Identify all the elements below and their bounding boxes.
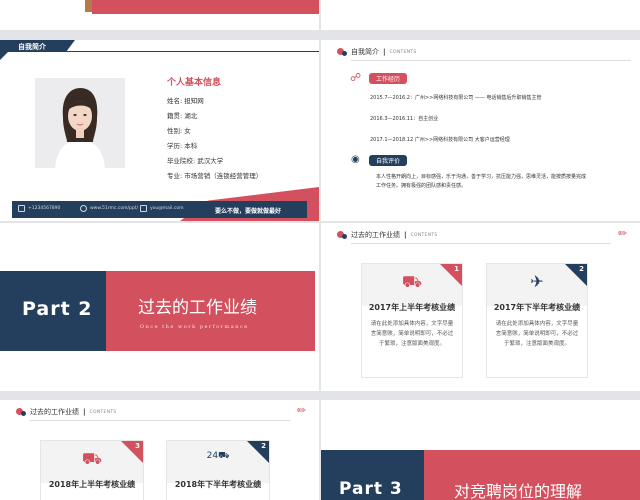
part-number: Part 3 — [339, 479, 403, 499]
phone-text: +1234567890 — [28, 206, 61, 211]
slide-grid: 自我简介 个人基本信息 姓名: 担知网 籍贯: 湖北 性别: 女 学历: 本科 … — [0, 0, 640, 500]
part-title: 对竞聘岗位的理解 — [454, 482, 583, 500]
slide-thumbnail-2[interactable] — [321, 0, 640, 30]
footer-website: www.51rmc.com/ppt/ — [80, 205, 138, 212]
tag-fold — [0, 52, 8, 60]
card-title: 2018年上半年考核业绩 — [48, 480, 136, 489]
experience-label: 工作经历 — [369, 73, 408, 84]
part-subtitle: Once the work performance — [140, 324, 249, 330]
24h-delivery-icon: 24⛟ — [206, 451, 230, 461]
experience-item: 2016.3—2016.11：自主创业 — [370, 116, 439, 122]
info-label: 专业: — [167, 172, 183, 180]
website-text: www.51rmc.com/ppt/ — [90, 206, 138, 211]
email-text: you@mail.com — [150, 206, 184, 211]
info-label: 学历: — [167, 142, 183, 150]
header-dot-navy — [342, 234, 347, 239]
slide-thumbnail-resume[interactable]: 自我简介 | CONTENTS ☍ 工作经历 2015.7—2016.2：广州>… — [321, 40, 640, 221]
tag-underline — [0, 51, 319, 52]
link-icon: ☍ — [350, 71, 362, 84]
info-value: 本科 — [184, 142, 198, 150]
slogan: 要么不做，要做就做最好 — [215, 208, 282, 215]
info-label: 性别: — [167, 127, 183, 135]
slide-thumbnail-part3[interactable]: Part 3 对竞聘岗位的理解 — [321, 400, 640, 500]
info-row-origin: 籍贯: 湖北 — [167, 110, 197, 120]
card-body: 请在此处添加具体内容，文字尽量言简意赅，简单说明即可，不必过于繁琐，注意版面美观… — [495, 321, 579, 347]
experience-item: 2015.7—2016.2：广州>>网络科技有限公司 —— 电话销售后升职销售主… — [370, 95, 542, 101]
info-row-school: 毕业院校: 武汉大学 — [167, 155, 223, 165]
profile-photo — [35, 78, 125, 168]
info-value: 市场营销（连锁经营管理） — [184, 172, 263, 180]
info-row-name: 姓名: 担知网 — [167, 95, 204, 105]
card-body: 请在此处添加具体内容，文字尽量言简意赅，简单说明即可，不必过于繁琐，注意版面美观… — [370, 321, 454, 347]
header-title: 自我简介 — [351, 48, 379, 56]
icon-text: 24 — [206, 451, 219, 461]
footer-phone: +1234567890 — [18, 205, 60, 212]
pencil-icon: ✏ — [618, 227, 628, 240]
card-title: 2018年下半年考核业绩 — [174, 480, 262, 489]
info-value: 女 — [184, 127, 191, 135]
header-subtitle: CONTENTS — [389, 49, 417, 55]
header-separator: | — [83, 408, 86, 416]
header-rule — [30, 420, 290, 421]
header-subtitle: CONTENTS — [89, 409, 117, 415]
slide-header: 自我简介 | CONTENTS — [351, 47, 417, 57]
header-rule — [351, 243, 611, 244]
part-number: Part 2 — [22, 298, 93, 320]
info-label: 姓名: — [167, 97, 183, 105]
part-label-block: Part 2 — [0, 271, 106, 351]
header-dot-navy — [21, 411, 26, 416]
slide-thumbnail-profile[interactable]: 自我简介 个人基本信息 姓名: 担知网 籍贯: 湖北 性别: 女 学历: 本科 … — [0, 40, 319, 221]
pink-banner — [92, 0, 319, 14]
header-rule — [351, 60, 631, 61]
info-value: 湖北 — [184, 112, 198, 120]
slide-thumbnail-2018[interactable]: 过去的工作业绩 | CONTENTS ✏ 3 ⛟ 2018年上半年考核业绩 2 … — [0, 400, 319, 500]
performance-card[interactable]: 2 24⛟ 2018年下半年考核业绩 — [166, 440, 270, 500]
card-number: 2 — [261, 442, 266, 450]
airplane-icon: ✈ — [530, 272, 544, 291]
performance-card[interactable]: 3 ⛟ 2018年上半年考核业绩 — [40, 440, 144, 500]
slide-thumbnail-part2[interactable]: Part 2 过去的工作业绩 Once the work performance — [0, 223, 319, 391]
info-row-education: 学历: 本科 — [167, 140, 197, 150]
header-dot-navy — [342, 51, 347, 56]
evaluation-label: 自我评价 — [369, 155, 408, 166]
phone-icon — [18, 205, 25, 212]
performance-card[interactable]: 1 ⛟ 2017年上半年考核业绩 请在此处添加具体内容，文字尽量言简意赅，简单说… — [361, 263, 463, 378]
info-label: 毕业院校: — [167, 157, 196, 165]
slide-header: 过去的工作业绩 | CONTENTS — [30, 407, 117, 417]
info-row-major: 专业: 市场营销（连锁经营管理） — [167, 170, 262, 180]
card-title: 2017年下半年考核业绩 — [493, 303, 581, 312]
info-value: 武汉大学 — [197, 157, 224, 165]
truck-icon: ⛟ — [81, 449, 103, 468]
header-title: 过去的工作业绩 — [351, 231, 400, 239]
truck-icon: ⛟ — [401, 272, 423, 291]
experience-item: 2017.1—2018.12 广州>>网络科技有限公司 大客户运营经理 — [370, 137, 510, 143]
slide-thumbnail-1[interactable] — [0, 0, 319, 30]
header-subtitle: CONTENTS — [410, 232, 438, 238]
pencil-icon: ✏ — [297, 404, 307, 417]
info-value: 担知网 — [184, 97, 204, 105]
part-title-block: 对竞聘岗位的理解 — [424, 450, 640, 500]
card-title: 2017年上半年考核业绩 — [368, 303, 456, 312]
header-title: 过去的工作业绩 — [30, 408, 79, 416]
info-label: 籍贯: — [167, 112, 183, 120]
header-separator: | — [383, 48, 386, 56]
globe-icon — [80, 205, 87, 212]
info-row-gender: 性别: 女 — [167, 125, 191, 135]
eye-icon: ◉ — [351, 154, 360, 165]
slide-thumbnail-2017[interactable]: 过去的工作业绩 | CONTENTS ✏ 1 ⛟ 2017年上半年考核业绩 请在… — [321, 223, 640, 391]
performance-card[interactable]: 2 ✈ 2017年下半年考核业绩 请在此处添加具体内容，文字尽量言简意赅，简单说… — [486, 263, 588, 378]
part-label-block: Part 3 — [321, 450, 424, 500]
footer-email: you@mail.com — [140, 205, 183, 212]
mail-icon — [140, 205, 147, 212]
slide-header: 过去的工作业绩 | CONTENTS — [351, 230, 438, 240]
info-title: 个人基本信息 — [167, 78, 222, 88]
part-title-block: 过去的工作业绩 Once the work performance — [106, 271, 315, 351]
header-separator: | — [404, 231, 407, 239]
evaluation-text: 本人性格开朗向上，目标感强，乐于沟通，善于学习，抗压能力强，思维灵活，能按质按量… — [376, 174, 587, 189]
part-title: 过去的工作业绩 — [138, 298, 257, 318]
